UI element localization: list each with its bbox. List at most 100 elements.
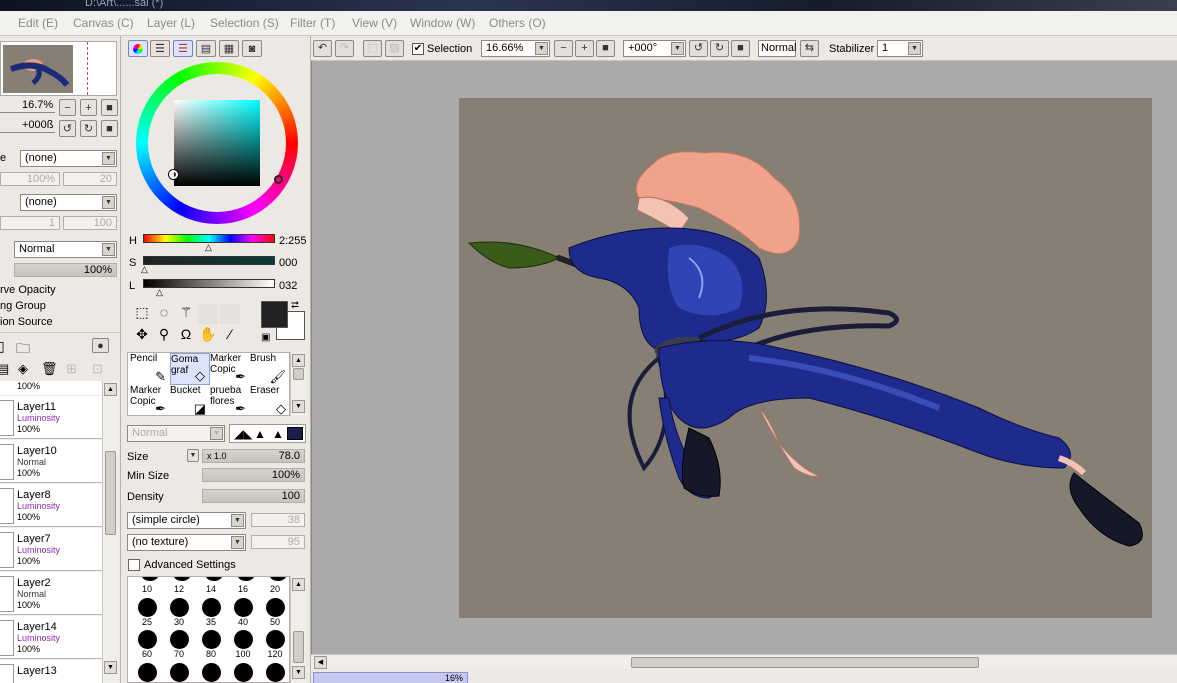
zoom-reset-button[interactable]: ■ [101,99,118,116]
scroll-thumb[interactable] [293,368,304,380]
color-wheel-tab[interactable] [128,40,148,57]
size-dot[interactable] [202,598,221,617]
size-dot[interactable] [202,663,221,682]
scroll-thumb[interactable] [105,451,116,535]
menu-layer[interactable]: Layer (L) [147,16,195,30]
size-dot[interactable] [266,663,285,682]
layer-item[interactable]: Layer10 Normal 100% [0,439,102,483]
hsv-slider-tab[interactable]: ☰ [173,40,193,57]
saturation-slider-handle[interactable]: △ [141,264,148,275]
tool-pencil[interactable]: Pencil ✎ [130,353,170,385]
size-scale-dropdown[interactable]: ▼ [187,449,199,462]
rgb-slider-tab[interactable]: ☰ [150,40,170,57]
menu-window[interactable]: Window (W) [410,16,475,30]
scroll-down-icon[interactable]: ▼ [104,661,117,674]
layer-item[interactable]: Layer14 Luminosity 100% [0,615,102,659]
tool-brush[interactable]: Brush 🖌 [250,353,290,385]
paper-strength-slider[interactable]: 20 [63,172,117,186]
transparent-color-icon[interactable]: ▣ [261,332,270,343]
color-picker-handle[interactable] [169,170,178,179]
toolbar-zoom-reset-button[interactable]: ■ [596,40,615,57]
size-preset-label[interactable]: 20 [260,584,289,594]
zoom-select[interactable]: 16.66% ▼ [481,40,550,57]
invert-selection-button[interactable]: ▨ [385,40,404,57]
brush-shape-select[interactable]: (simple circle) ▼ [127,512,246,529]
layer-list-scrollbar[interactable]: ▲ ▼ [102,381,119,683]
toolbar-rotate-left-button[interactable]: ↺ [689,40,708,57]
nav-zoom-slider[interactable] [0,112,55,113]
redo-button[interactable]: ↷ [335,40,354,57]
brush-blend-select[interactable]: Normal ▼ [127,425,225,442]
paper-opacity-slider[interactable]: 100% [0,172,60,186]
delete-layer-button[interactable]: 🗑 [41,361,58,377]
hand-tool[interactable]: ✋ [198,326,218,346]
scratchpad-tab[interactable]: ▦ [219,40,239,57]
merge-visible-button[interactable]: ⊡ [92,361,103,377]
size-dot[interactable] [206,577,222,581]
tool-marker-copic[interactable]: Marker Copic ✒ [210,353,250,385]
clear-layer-button[interactable]: ◈ [18,361,28,377]
size-dot[interactable] [138,663,157,682]
size-dot[interactable] [270,577,286,581]
min-size-slider[interactable]: 100% [202,468,305,482]
rect-select-tool[interactable]: ⬚ [132,304,152,324]
size-preset-label[interactable]: 14 [196,584,226,594]
preserve-opacity-checkbox[interactable]: rve Opacity [0,284,56,296]
menu-canvas[interactable]: Canvas (C) [73,16,134,30]
brush-size-slider[interactable]: x 1.0 78.0 [202,449,305,463]
scroll-down-icon[interactable]: ▼ [292,666,305,679]
size-dot[interactable] [142,577,158,581]
deselect-button[interactable]: ⬚ [363,40,382,57]
nav-angle-slider[interactable] [0,132,55,133]
move-tool[interactable]: ✥ [132,326,152,346]
eyedropper-tool[interactable]: ⁄ [220,326,240,346]
paper-texture-select[interactable]: (none) ▼ [20,150,117,167]
swatches-tab[interactable]: ▤ [196,40,216,57]
brush-size-scrollbar[interactable]: ▲ ▼ [290,576,306,683]
size-preset-label[interactable]: 35 [196,617,226,627]
primary-color-swatch[interactable] [261,301,288,328]
size-preset-label[interactable]: 120 [260,649,289,659]
size-dot[interactable] [238,577,254,581]
view-mode-select[interactable]: Normal [758,40,796,57]
menu-filter[interactable]: Filter (T) [290,16,335,30]
menu-selection[interactable]: Selection (S) [210,16,279,30]
swap-colors-icon[interactable]: ⮂ [291,300,299,311]
size-dot[interactable] [138,630,157,649]
hue-slider-handle[interactable]: △ [205,242,212,253]
size-dot[interactable] [138,598,157,617]
hue-handle[interactable] [274,175,283,184]
edge-solid-icon[interactable] [287,427,303,440]
selection-source-checkbox[interactable]: ion Source [0,316,53,328]
size-dot[interactable] [202,630,221,649]
scroll-thumb[interactable] [631,657,979,668]
size-preset-label[interactable]: 50 [260,617,289,627]
clipping-group-checkbox[interactable]: ng Group [0,300,46,312]
layer-effect-select[interactable]: (none) ▼ [20,194,117,211]
rotate-tool[interactable]: Ω [176,326,196,346]
rotate-left-button[interactable]: ↺ [59,120,76,137]
brush-edge-selector[interactable]: ◢◣ ▲ ▲ [229,424,306,443]
saturation-slider[interactable] [143,256,275,265]
size-dot[interactable] [266,598,285,617]
flip-horizontal-button[interactable]: ⇆ [800,40,819,57]
new-folder-button[interactable]: 🗀 [16,338,30,362]
size-dot[interactable] [234,598,253,617]
layer-opacity-slider[interactable]: 100% [14,263,117,277]
toolbar-rotate-reset-button[interactable]: ■ [731,40,750,57]
size-dot[interactable] [170,663,189,682]
scroll-up-icon[interactable]: ▲ [104,383,117,396]
zoom-tool[interactable]: ⚲ [154,326,174,346]
menu-view[interactable]: View (V) [352,16,397,30]
tool-prueba-flores[interactable]: prueba flores ✒ [210,385,250,417]
scroll-up-icon[interactable]: ▲ [292,354,305,367]
saturation-lightness-square[interactable] [169,100,260,186]
size-dot[interactable] [174,577,190,581]
toolbar-rotate-right-button[interactable]: ↻ [710,40,729,57]
tool-eraser[interactable]: Eraser ◇ [250,385,290,417]
brush-texture-select[interactable]: (no texture) ▼ [127,534,246,551]
document-tab[interactable]: 16% [313,672,468,683]
menu-others[interactable]: Others (O) [489,16,546,30]
magic-wand-tool[interactable]: ⚚ [176,304,196,324]
rotate-reset-button[interactable]: ■ [101,120,118,137]
